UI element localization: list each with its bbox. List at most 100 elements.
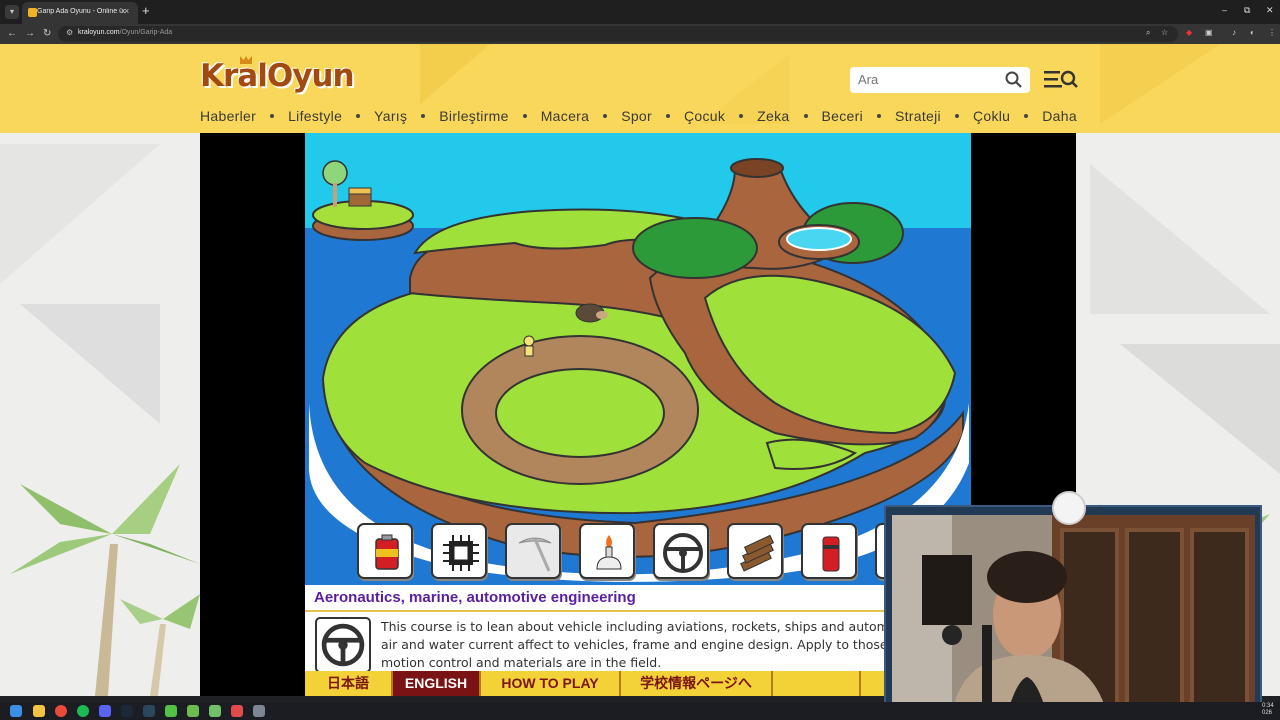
course-description: This course is to lean about vehicle inc… — [381, 618, 966, 672]
nav-item-daha[interactable]: Daha — [1042, 108, 1077, 124]
nav-separator — [739, 114, 744, 118]
logs-icon — [740, 534, 775, 572]
divider — [305, 610, 971, 612]
search-box[interactable] — [850, 67, 1030, 93]
browser-tab[interactable]: Garip Ada Oyunu - Online ücre × — [22, 2, 138, 24]
tool-slot-fuel[interactable] — [357, 523, 413, 579]
nav-item-haberler[interactable]: Haberler — [200, 108, 256, 124]
game-canvas[interactable]: Aeronautics, marine, automotive engineer… — [305, 133, 971, 696]
nav-item-yaris[interactable]: Yarış — [374, 108, 407, 124]
clock-date: 026 — [1262, 710, 1273, 716]
start-icon[interactable] — [10, 705, 22, 717]
nav-item-spor[interactable]: Spor — [621, 108, 652, 124]
new-tab-button[interactable]: + — [142, 4, 150, 18]
nav-item-coklu[interactable]: Çoklu — [973, 108, 1010, 124]
nav-item-beceri[interactable]: Beceri — [822, 108, 863, 124]
nav-item-macera[interactable]: Macera — [541, 108, 589, 124]
menu-search-icon[interactable] — [1044, 69, 1078, 89]
tool-slot-lighthouse[interactable] — [801, 523, 857, 579]
steering-wheel-icon — [663, 533, 703, 573]
header-decoration — [1100, 44, 1220, 124]
nav-item-cocuk[interactable]: Çocuk — [684, 108, 725, 124]
search-icon[interactable] — [1005, 71, 1023, 89]
menu-japanese[interactable]: 日本語 — [305, 671, 393, 696]
pickaxe-icon — [518, 537, 552, 572]
extension-icon[interactable]: ◆ — [1186, 28, 1192, 37]
nav-separator — [356, 114, 361, 118]
kraloyun-favicon-icon — [28, 8, 37, 17]
minimize-button[interactable]: – — [1222, 5, 1227, 15]
site-info-icon[interactable]: ⚙ — [66, 28, 73, 37]
microchip-icon — [443, 535, 479, 571]
reload-icon[interactable]: ↻ — [43, 27, 51, 41]
nav-separator — [876, 114, 881, 118]
url-path: /Oyun/Garip-Ada — [119, 29, 173, 36]
address-bar: ← → ↻ ⚙ kraloyun.com/Oyun/Garip-Ada ⌕ ☆ … — [0, 24, 1280, 44]
tool-slot-logs[interactable] — [727, 523, 783, 579]
tool-slot-pickaxe[interactable] — [505, 523, 561, 579]
tool-bar — [305, 516, 971, 586]
nav-separator — [665, 114, 670, 118]
clock-time: 0:34 — [1262, 703, 1274, 709]
nav-separator — [270, 114, 275, 118]
nav-item-lifestyle[interactable]: Lifestyle — [288, 108, 342, 124]
extensions-puzzle-icon[interactable]: ▣ — [1205, 28, 1213, 37]
back-arrow-icon[interactable]: ← — [7, 27, 17, 41]
course-description-line: This course is to lean about vehicle inc… — [381, 619, 920, 634]
media-icon[interactable]: ♪ — [1232, 28, 1236, 37]
nav-separator — [803, 114, 808, 118]
forward-arrow-icon[interactable]: → — [25, 27, 35, 41]
lighthouse-icon — [822, 536, 840, 572]
course-title: Aeronautics, marine, automotive engineer… — [314, 589, 636, 606]
steam-icon[interactable] — [121, 705, 133, 717]
url-domain: kraloyun.com — [78, 29, 120, 36]
app-icon[interactable] — [209, 705, 221, 717]
menu-english[interactable]: ENGLISH — [393, 671, 481, 696]
steering-wheel-icon — [321, 623, 365, 667]
app-icon[interactable] — [231, 705, 243, 717]
discord-icon[interactable] — [99, 705, 111, 717]
webcam-video — [892, 515, 1255, 714]
steam-app-icon[interactable] — [143, 705, 155, 717]
nav-separator — [1024, 114, 1029, 118]
media-player-icon[interactable] — [165, 705, 177, 717]
streamer-logo-icon — [1052, 491, 1086, 525]
tool-slot-wheel[interactable] — [653, 523, 709, 579]
restore-button[interactable]: ⧉ — [1244, 5, 1250, 16]
nav-item-birlestirme[interactable]: Birleştirme — [439, 108, 508, 124]
browser-tab-strip: ▾ Garip Ada Oyunu - Online ücre × + – ⧉ … — [0, 0, 1280, 24]
course-description-line: air and water current affect to vehicles… — [381, 637, 919, 652]
close-window-button[interactable]: ✕ — [1266, 5, 1274, 16]
bookmark-star-icon[interactable]: ☆ — [1161, 28, 1168, 37]
menu-empty-slot[interactable] — [773, 671, 861, 696]
tool-slot-burner[interactable] — [579, 523, 635, 579]
bunsen-burner-icon — [596, 535, 622, 570]
kebab-menu-icon[interactable]: ⋮ — [1268, 28, 1276, 37]
course-description-line: motion control and materials are in the … — [381, 655, 662, 670]
taskbar-clock[interactable]: 0:34 026 — [1262, 703, 1274, 717]
profile-icon[interactable]: ◐ — [1250, 28, 1255, 37]
bg-decoration — [1090, 164, 1270, 314]
tab-close-icon[interactable]: × — [124, 6, 129, 16]
webcam-frame — [884, 505, 1262, 720]
menu-school-info[interactable]: 学校情報ページへ — [621, 671, 773, 696]
app-icon[interactable] — [187, 705, 199, 717]
spotify-icon[interactable] — [77, 705, 89, 717]
nav-separator — [954, 114, 959, 118]
url-text[interactable]: kraloyun.com/Oyun/Garip-Ada — [78, 29, 172, 36]
nav-item-zeka[interactable]: Zeka — [757, 108, 789, 124]
zoom-icon[interactable]: ⌕ — [1146, 28, 1150, 38]
game-menu-bar: 日本語 ENGLISH HOW TO PLAY 学校情報ページへ — [305, 671, 971, 696]
nav-separator — [603, 114, 608, 118]
tool-slot-chip[interactable] — [431, 523, 487, 579]
chrome-icon[interactable] — [55, 705, 67, 717]
omnibox[interactable]: ⚙ kraloyun.com/Oyun/Garip-Ada — [58, 26, 1178, 42]
file-explorer-icon[interactable] — [33, 705, 45, 717]
tab-search-button[interactable]: ▾ — [5, 5, 19, 19]
site-logo[interactable]: KralOyun — [200, 58, 355, 94]
bg-decoration — [0, 144, 160, 284]
search-input[interactable] — [858, 72, 998, 87]
menu-how-to-play[interactable]: HOW TO PLAY — [481, 671, 621, 696]
settings-icon[interactable] — [253, 705, 265, 717]
nav-item-strateji[interactable]: Strateji — [895, 108, 941, 124]
